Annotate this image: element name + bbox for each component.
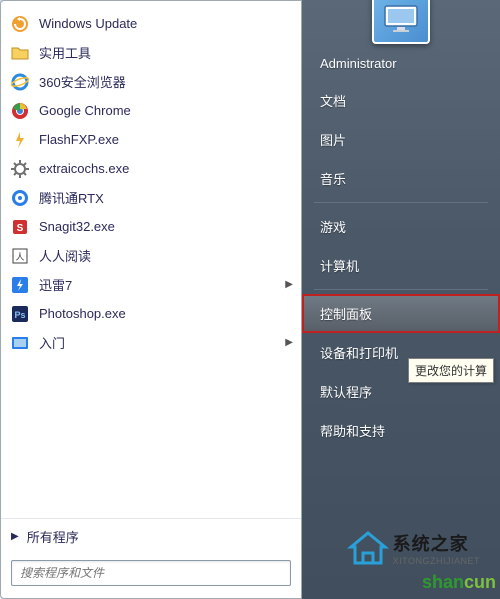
program-label: Windows Update <box>39 16 137 31</box>
rtx-icon <box>9 187 31 209</box>
all-programs-label: 所有程序 <box>27 527 79 546</box>
right-item-music[interactable]: 音乐 <box>302 159 500 198</box>
program-label: 入门 <box>39 333 65 352</box>
program-label: Google Chrome <box>39 103 131 118</box>
right-item-label: 计算机 <box>320 259 359 274</box>
program-label: 迅雷7 <box>39 275 72 294</box>
tooltip: 更改您的计算 <box>408 358 494 383</box>
program-item-3[interactable]: Google Chrome <box>3 96 299 125</box>
user-name-item[interactable]: Administrator <box>302 46 500 81</box>
chrome-icon <box>9 100 31 122</box>
search-input[interactable] <box>11 560 291 586</box>
start-menu: Windows Update 实用工具 360安全浏览器 Google Chrome F… <box>0 0 500 599</box>
right-item-label: 文档 <box>320 94 346 109</box>
right-item-label: 帮助和支持 <box>320 424 385 439</box>
flashfxp-icon <box>9 129 31 151</box>
windows-update-icon <box>9 13 31 35</box>
tooltip-text: 更改您的计算 <box>415 364 487 378</box>
right-item-help-support[interactable]: 帮助和支持 <box>302 411 500 450</box>
svg-text:人: 人 <box>15 252 24 262</box>
monitor-icon <box>383 4 419 34</box>
search-box <box>11 560 291 586</box>
right-item-label: 设备和打印机 <box>320 346 398 361</box>
right-item-label: 默认程序 <box>320 385 372 400</box>
program-item-7[interactable]: S Snagit32.exe <box>3 212 299 241</box>
right-item-computer[interactable]: 计算机 <box>302 246 500 285</box>
program-item-8[interactable]: 人 人人阅读 <box>3 241 299 270</box>
submenu-arrow-icon: ▶ <box>285 279 293 290</box>
program-label: Snagit32.exe <box>39 219 115 234</box>
program-item-1[interactable]: 实用工具 <box>3 38 299 67</box>
program-item-9[interactable]: 迅雷7 ▶ <box>3 270 299 299</box>
program-item-0[interactable]: Windows Update <box>3 9 299 38</box>
program-list: Windows Update 实用工具 360安全浏览器 Google Chrome F… <box>1 1 301 518</box>
user-picture[interactable] <box>372 0 430 44</box>
right-item-label: 音乐 <box>320 172 346 187</box>
all-programs-button[interactable]: ▶ 所有程序 <box>1 518 301 554</box>
right-item-pictures[interactable]: 图片 <box>302 120 500 159</box>
cog-icon <box>9 158 31 180</box>
right-item-documents[interactable]: 文档 <box>302 81 500 120</box>
snagit-icon: S <box>9 216 31 238</box>
user-name-label: Administrator <box>320 56 397 71</box>
program-label: 360安全浏览器 <box>39 72 126 91</box>
program-item-5[interactable]: extraicochs.exe <box>3 154 299 183</box>
program-label: FlashFXP.exe <box>39 132 119 147</box>
right-panel: Administrator 文档图片音乐游戏计算机控制面板设备和打印机默认程序帮… <box>302 0 500 599</box>
svg-text:Ps: Ps <box>14 310 25 320</box>
program-item-11[interactable]: 入门 ▶ <box>3 328 299 357</box>
ie-icon <box>9 71 31 93</box>
program-item-10[interactable]: Ps Photoshop.exe <box>3 299 299 328</box>
program-label: extraicochs.exe <box>39 161 129 176</box>
submenu-arrow-icon: ▶ <box>285 337 293 348</box>
program-item-6[interactable]: 腾讯通RTX <box>3 183 299 212</box>
right-item-games[interactable]: 游戏 <box>302 207 500 246</box>
program-item-4[interactable]: FlashFXP.exe <box>3 125 299 154</box>
left-panel: Windows Update 实用工具 360安全浏览器 Google Chrome F… <box>0 0 302 599</box>
svg-text:S: S <box>17 223 24 234</box>
program-label: 实用工具 <box>39 43 91 62</box>
separator <box>314 289 488 290</box>
getting-started-icon <box>9 332 31 354</box>
right-item-control-panel[interactable]: 控制面板 <box>302 294 500 333</box>
triangle-right-icon: ▶ <box>11 531 19 542</box>
folder-icon <box>9 42 31 64</box>
right-item-label: 控制面板 <box>320 307 372 322</box>
program-label: 人人阅读 <box>39 246 91 265</box>
right-item-label: 游戏 <box>320 220 346 235</box>
separator <box>314 202 488 203</box>
program-label: 腾讯通RTX <box>39 188 104 207</box>
right-item-label: 图片 <box>320 133 346 148</box>
renren-icon: 人 <box>9 245 31 267</box>
program-label: Photoshop.exe <box>39 306 126 321</box>
xunlei-icon <box>9 274 31 296</box>
program-item-2[interactable]: 360安全浏览器 <box>3 67 299 96</box>
photoshop-icon: Ps <box>9 303 31 325</box>
